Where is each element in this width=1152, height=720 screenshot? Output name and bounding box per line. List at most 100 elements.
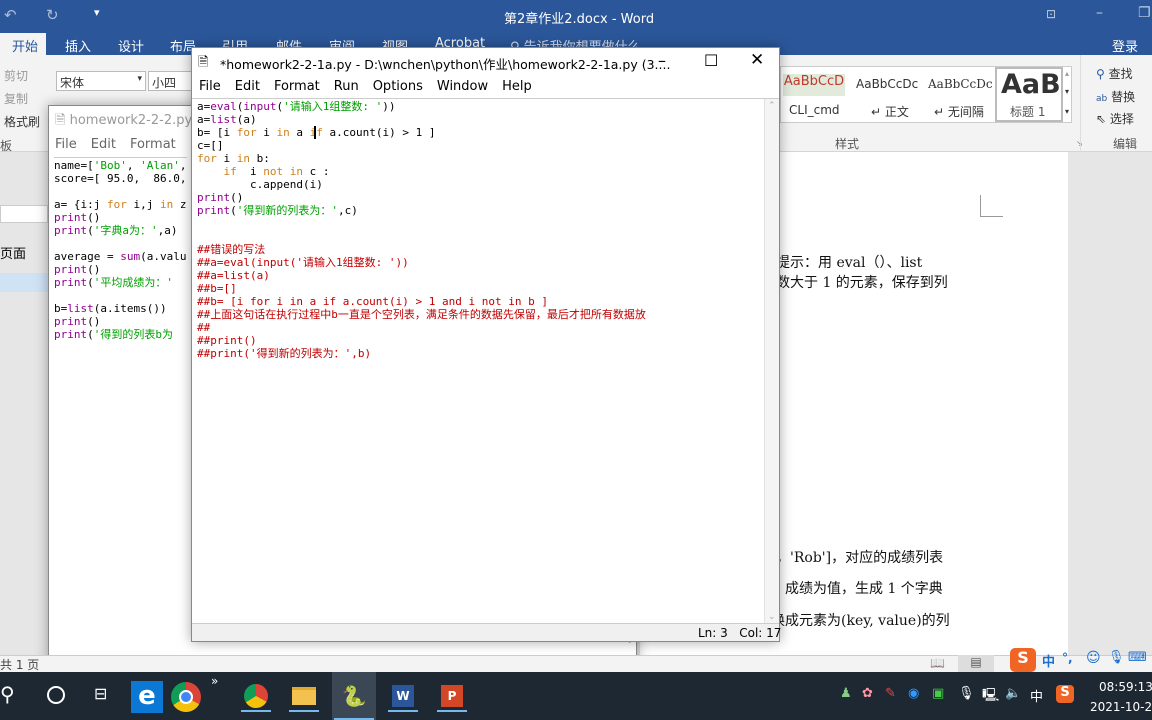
more-icon[interactable]: » xyxy=(211,674,218,688)
font-size-select[interactable]: 小四 xyxy=(148,71,192,91)
scroll-down-icon[interactable]: ⌄ xyxy=(768,612,776,622)
restore-icon[interactable]: ❐ xyxy=(1138,5,1151,21)
ime-punctuation[interactable]: °, xyxy=(1062,651,1073,665)
emoji-icon[interactable]: ☺ xyxy=(1086,650,1101,666)
front-title-bar[interactable]: 🗎 *homework2-2-1a.py - D:\wnchen\python\… xyxy=(192,48,779,76)
style-no-spacing[interactable]: AaBbCcDc xyxy=(928,77,993,91)
clock-time[interactable]: 08:59:13 xyxy=(1099,680,1152,694)
maximize-icon[interactable]: ☐ xyxy=(704,51,718,70)
tab-home[interactable]: 开始 xyxy=(0,33,46,55)
nav-page-thumbnail[interactable] xyxy=(0,273,48,292)
code-line: print('得到新的列表为：',c) xyxy=(197,204,646,217)
tray-flower-icon[interactable]: ✿ xyxy=(862,686,873,701)
ribbon-display-icon[interactable]: ⊡ xyxy=(1046,7,1056,21)
undo-icon[interactable]: ↶ xyxy=(4,6,17,24)
edge-icon[interactable]: e xyxy=(131,681,163,713)
volume-icon[interactable]: 🔈 xyxy=(1005,686,1021,701)
print-layout-icon[interactable]: ▤ xyxy=(958,655,994,672)
tab-design[interactable]: 设计 xyxy=(118,36,144,55)
login-link[interactable]: 登录 xyxy=(1112,36,1138,55)
taskbar-powerpoint[interactable]: P xyxy=(435,680,469,712)
taskbar-word[interactable]: W xyxy=(386,680,420,712)
replace-button[interactable]: ab 替换 xyxy=(1096,88,1135,105)
menu-edit[interactable]: Edit xyxy=(91,137,116,152)
tray-display-icon[interactable]: ▣ xyxy=(932,686,944,701)
tray-globe-icon[interactable]: ◉ xyxy=(908,686,919,701)
task-view-icon[interactable]: ⊟ xyxy=(94,684,107,703)
font-size-value: 小四 xyxy=(152,76,177,90)
style-cli-cmd[interactable]: AaBbCcD xyxy=(783,74,845,96)
redo-icon[interactable]: ↻ xyxy=(46,6,59,24)
more-styles-icon[interactable]: ▾ xyxy=(1065,107,1069,116)
read-mode-icon[interactable]: 📖 xyxy=(930,656,945,670)
menu-edit[interactable]: Edit xyxy=(235,79,260,94)
style-preview: AaBb xyxy=(1001,69,1061,100)
code-token: print xyxy=(54,328,88,341)
menu-format[interactable]: Format xyxy=(274,79,320,94)
chrome-icon[interactable] xyxy=(171,682,201,712)
network-icon[interactable]: 🖳 xyxy=(982,686,999,708)
code-token: in xyxy=(289,165,303,178)
format-painter-button[interactable]: 格式刷 xyxy=(4,113,40,130)
idle-window-front[interactable]: 🗎 *homework2-2-1a.py - D:\wnchen\python\… xyxy=(191,47,782,642)
code-line: c=[] xyxy=(197,139,646,152)
style-normal[interactable]: AaBbCcDc xyxy=(856,77,918,91)
doc-line: 成绩为值，生成 1 个字典 xyxy=(785,581,943,597)
customize-qat-icon[interactable]: ▾ xyxy=(94,6,100,19)
code-token: print xyxy=(54,263,88,276)
tray-pen-icon[interactable]: ✎ xyxy=(885,686,896,701)
doc-line: 数大于 1 的元素，保存到列 xyxy=(776,275,948,291)
scroll-down-icon[interactable]: ▾ xyxy=(1065,87,1069,96)
copy-button[interactable]: 复制 xyxy=(4,90,28,107)
code-token: a= xyxy=(197,100,211,113)
sogou-tray-icon[interactable]: S xyxy=(1056,685,1074,703)
menu-options[interactable]: Options xyxy=(373,79,423,94)
code-token: (a.valu xyxy=(140,250,187,263)
tray-app-icon[interactable]: ♟ xyxy=(840,686,852,701)
nav-tab-pages[interactable]: 页面 xyxy=(0,243,26,262)
close-icon[interactable]: ✕ xyxy=(750,50,764,70)
styles-gallery: AaBbCcD CLI_cmd AaBbCcDc ↵ 正文 AaBbCcDc ↵… xyxy=(780,66,1072,123)
menu-format[interactable]: Format xyxy=(130,137,176,152)
scroll-up-icon[interactable]: ▴ xyxy=(1065,69,1069,78)
menu-file[interactable]: File xyxy=(55,137,77,152)
cut-button[interactable]: 剪切 xyxy=(4,67,28,84)
menu-help[interactable]: Help xyxy=(502,79,532,94)
menu-run[interactable]: Run xyxy=(334,79,359,94)
minimize-icon[interactable]: – xyxy=(1096,5,1103,21)
code-line: a=list(a) xyxy=(197,113,646,126)
scroll-up-icon[interactable]: ⌃ xyxy=(768,101,776,111)
vertical-scrollbar[interactable]: ⌃ ⌄ xyxy=(764,99,779,623)
search-icon[interactable]: ⚲ xyxy=(0,682,15,706)
code-token: i xyxy=(216,152,237,165)
tray-microphone-icon[interactable]: 🎙 xyxy=(958,686,975,701)
cortana-icon[interactable] xyxy=(47,686,65,704)
select-button[interactable]: ⇖ 选择 xyxy=(1096,110,1134,127)
tab-insert[interactable]: 插入 xyxy=(65,36,91,55)
minimize-icon[interactable]: – xyxy=(658,51,666,70)
tray-ime-indicator[interactable]: 中 xyxy=(1030,686,1043,705)
code-line: ##a=eval(input('请输入1组整数: ')) xyxy=(197,256,646,269)
taskbar-python-idle[interactable]: 🐍 xyxy=(332,672,376,720)
taskbar-file-explorer[interactable] xyxy=(287,680,321,712)
menu-file[interactable]: File xyxy=(199,79,221,94)
front-code-editor[interactable]: a=eval(input('请输入1组整数: ')) a=list(a) b= [i… xyxy=(192,98,779,623)
code-token: i xyxy=(256,126,277,139)
code-token: ( xyxy=(87,276,94,289)
back-code-editor[interactable]: name=['Bob', 'Alan', score=[ 95.0, 86.0, a… xyxy=(54,157,187,341)
back-title-bar[interactable]: 🗎 homework2-2-2.py xyxy=(55,111,192,133)
sogou-ime-bar[interactable]: S 中 °, ☺ 🎙 ⌨ xyxy=(1010,648,1152,672)
nav-search-input[interactable] xyxy=(0,205,48,223)
code-token: list xyxy=(67,302,94,315)
clock-date[interactable]: 2021-10-21 xyxy=(1090,700,1152,714)
code-line: ##b=[] xyxy=(197,282,646,295)
cursor-position: Ln: 3 Col: 17 xyxy=(698,626,782,640)
menu-window[interactable]: Window xyxy=(437,79,488,94)
ime-language[interactable]: 中 xyxy=(1042,651,1055,670)
style-heading-1[interactable]: AaBb 标题 1 xyxy=(995,67,1063,122)
taskbar-chrome[interactable] xyxy=(239,680,273,712)
keyboard-icon[interactable]: ⌨ xyxy=(1128,650,1147,665)
font-name-select[interactable]: 宋体 ▾ xyxy=(56,71,146,91)
microphone-icon[interactable]: 🎙 xyxy=(1108,650,1125,665)
find-button[interactable]: ⚲ 查找 xyxy=(1096,65,1133,82)
